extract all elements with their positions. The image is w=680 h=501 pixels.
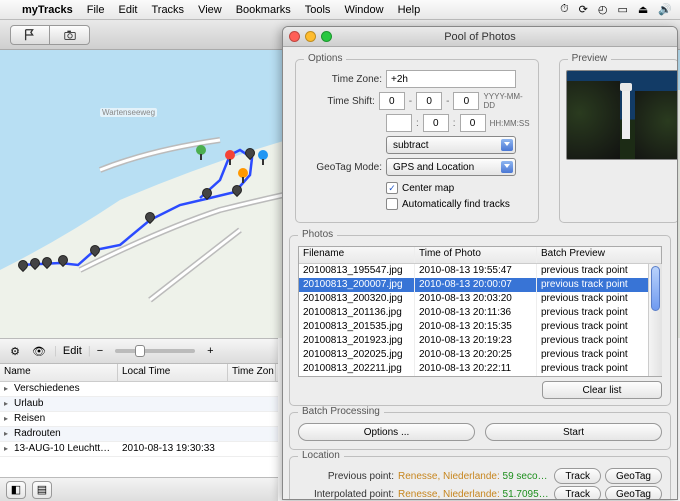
- timeshift-min-input[interactable]: [423, 114, 449, 132]
- zoom-minus-icon[interactable]: −: [97, 345, 103, 357]
- track-button[interactable]: Track: [554, 486, 601, 500]
- preview-group: Preview: [559, 59, 678, 223]
- panel-toggle-icon[interactable]: ▤: [32, 481, 52, 499]
- batch-options-button[interactable]: Options ...: [298, 423, 475, 441]
- table-row[interactable]: ▸Verschiedenes: [0, 382, 278, 397]
- map-pin-marker[interactable]: [238, 168, 248, 182]
- auto-find-tracks-checkbox[interactable]: Automatically find tracks: [386, 198, 510, 210]
- timeshift-day-input[interactable]: [453, 92, 479, 110]
- photos-header-filename[interactable]: Filename: [299, 247, 415, 263]
- map-street-label: Wartenseeweg: [100, 108, 157, 117]
- camera-icon: [63, 28, 77, 42]
- table-row[interactable]: ▸13-AUG-10 Leuchtturm Nieuw-Haam...2010-…: [0, 442, 278, 457]
- geotag-button[interactable]: GeoTag: [605, 468, 662, 484]
- menuextra-volume-icon[interactable]: 🔊: [658, 3, 672, 16]
- table-row[interactable]: 20100813_201136.jpg2010-08-13 20:11:36pr…: [299, 306, 661, 320]
- edit-button[interactable]: Edit: [63, 345, 82, 357]
- menuextra-sync-icon[interactable]: ⟳: [579, 3, 588, 16]
- tracks-header-name[interactable]: Name: [0, 364, 118, 381]
- menu-window[interactable]: Window: [344, 4, 383, 16]
- table-row[interactable]: 20100813_201923.jpg2010-08-13 20:19:23pr…: [299, 334, 661, 348]
- zoom-plus-icon[interactable]: +: [207, 345, 213, 357]
- geotag-mode-select[interactable]: GPS and Location: [386, 158, 516, 176]
- table-row[interactable]: 20100813_200007.jpg2010-08-13 20:00:07pr…: [299, 278, 661, 292]
- photos-header-time[interactable]: Time of Photo: [415, 247, 537, 263]
- timeshift-year-input[interactable]: [379, 92, 405, 110]
- gear-icon[interactable]: ⚙: [6, 342, 24, 360]
- sidebar-toggle-icon[interactable]: ◧: [6, 481, 26, 499]
- menu-help[interactable]: Help: [398, 4, 421, 16]
- flag-icon: [23, 28, 37, 42]
- pool-title: Pool of Photos: [283, 31, 677, 43]
- table-row[interactable]: 20100813_201535.jpg2010-08-13 20:15:35pr…: [299, 320, 661, 334]
- menu-tracks[interactable]: Tracks: [151, 4, 184, 16]
- camera-button[interactable]: [50, 25, 90, 45]
- track-button[interactable]: Track: [554, 468, 601, 484]
- drawer-toolbar: ◧ ▤: [0, 477, 278, 501]
- geotag-button[interactable]: GeoTag: [605, 486, 662, 500]
- timeshift-label: Time Shift:: [304, 96, 375, 107]
- timeshift-operation-select[interactable]: subtract: [386, 136, 516, 154]
- clear-list-button[interactable]: Clear list: [542, 381, 662, 399]
- menu-view[interactable]: View: [198, 4, 222, 16]
- menu-bookmarks[interactable]: Bookmarks: [236, 4, 291, 16]
- tracks-toolbar: ⚙ 👁 | Edit | − +: [0, 338, 278, 364]
- preview-image: [566, 70, 678, 160]
- table-row[interactable]: 20100813_202211.jpg2010-08-13 20:22:11pr…: [299, 362, 661, 376]
- menuextra-display-icon[interactable]: ▭: [617, 3, 627, 16]
- map-pin-end[interactable]: [225, 150, 235, 164]
- table-row[interactable]: ▸Radrouten: [0, 427, 278, 442]
- menu-tools[interactable]: Tools: [305, 4, 331, 16]
- timeshift-hour-input[interactable]: [386, 114, 412, 132]
- table-row[interactable]: 20100813_200320.jpg2010-08-13 20:03:20pr…: [299, 292, 661, 306]
- menu-file[interactable]: File: [87, 4, 105, 16]
- menuextra-clock-icon[interactable]: ⏱: [560, 3, 569, 16]
- center-map-checkbox[interactable]: ✓Center map: [386, 182, 454, 194]
- location-row: Interpolated point: Renesse, Niederlande…: [298, 485, 662, 500]
- table-row[interactable]: ▸Urlaub: [0, 397, 278, 412]
- tracks-header-localtime[interactable]: Local Time: [118, 364, 228, 381]
- zoom-slider[interactable]: [115, 349, 195, 353]
- batch-processing-group: Batch Processing Options ... Start: [289, 412, 671, 450]
- timezone-input[interactable]: [386, 70, 516, 88]
- table-row[interactable]: 20100813_195547.jpg2010-08-13 19:55:47pr…: [299, 264, 661, 278]
- tracks-table[interactable]: Name Local Time Time Zon ▸Verschiedenes▸…: [0, 364, 278, 476]
- location-row: Previous point: Renesse, Niederlande: 59…: [298, 467, 662, 485]
- tracks-header-tz[interactable]: Time Zon: [228, 364, 276, 381]
- location-group: Location Previous point: Renesse, Nieder…: [289, 456, 671, 500]
- table-row[interactable]: ▸Reisen: [0, 412, 278, 427]
- photos-scrollbar[interactable]: [648, 264, 662, 376]
- map-pin-start[interactable]: [196, 145, 206, 159]
- geotag-mode-label: GeoTag Mode:: [304, 162, 382, 173]
- timezone-label: Time Zone:: [304, 74, 382, 85]
- menuextra-timemachine-icon[interactable]: ◴: [598, 3, 608, 16]
- batch-start-button[interactable]: Start: [485, 423, 662, 441]
- photos-group: Photos Filename Time of Photo Batch Prev…: [289, 235, 671, 406]
- options-group: Options Time Zone: Time Shift: - - YYYY-…: [295, 59, 539, 223]
- photos-table[interactable]: Filename Time of Photo Batch Preview 201…: [298, 246, 662, 377]
- flag-button[interactable]: [10, 25, 50, 45]
- table-row[interactable]: 20100813_202025.jpg2010-08-13 20:20:25pr…: [299, 348, 661, 362]
- photos-header-batch[interactable]: Batch Preview: [537, 247, 661, 263]
- map-pin-photo[interactable]: [258, 150, 268, 164]
- menuextra-eject-icon[interactable]: ⏏: [638, 3, 648, 16]
- pool-of-photos-window: Pool of Photos Options Time Zone: Time S…: [282, 26, 678, 500]
- app-name[interactable]: myTracks: [22, 4, 73, 16]
- menu-edit[interactable]: Edit: [119, 4, 138, 16]
- eye-icon[interactable]: 👁: [30, 342, 48, 360]
- timeshift-sec-input[interactable]: [460, 114, 486, 132]
- timeshift-month-input[interactable]: [416, 92, 442, 110]
- pool-titlebar[interactable]: Pool of Photos: [283, 27, 677, 47]
- menubar: myTracks File Edit Tracks View Bookmarks…: [0, 0, 680, 20]
